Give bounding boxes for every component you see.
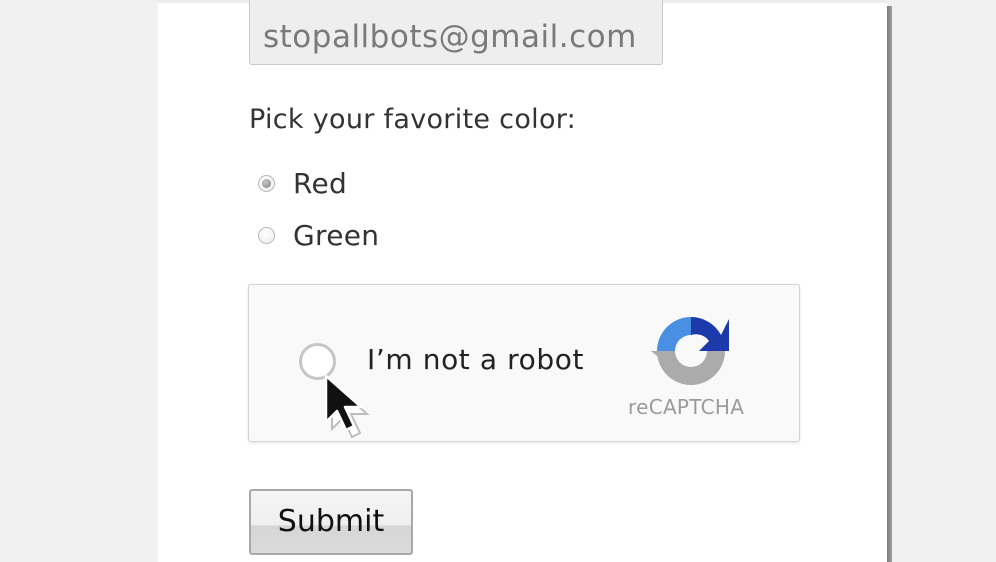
radio-option-green[interactable]: Green: [258, 217, 379, 253]
arrow-cursor-icon: [324, 374, 370, 439]
radio-label-green: Green: [293, 218, 380, 252]
page-card: [158, 0, 888, 562]
color-question-label: Pick your favorite color:: [249, 104, 577, 135]
recaptcha-brand-text: reCAPTCHA: [628, 395, 745, 419]
radio-label-red: Red: [293, 166, 348, 200]
email-field[interactable]: [249, 0, 663, 65]
submit-button[interactable]: Submit: [249, 489, 413, 555]
radio-red[interactable]: [258, 174, 275, 192]
radio-green[interactable]: [258, 226, 275, 244]
page-edge-shadow: [887, 6, 892, 562]
recaptcha-logo-icon: [651, 317, 729, 385]
recaptcha-label: I’m not a robot: [367, 343, 585, 376]
radio-option-red[interactable]: Red: [258, 165, 347, 201]
